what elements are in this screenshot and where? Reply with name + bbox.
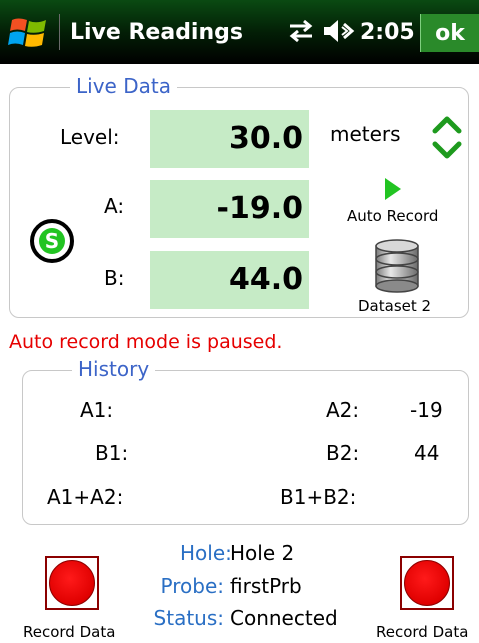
app-title: Live Readings — [70, 20, 243, 45]
clock: 2:05 — [360, 20, 415, 45]
dataset-label[interactable]: Dataset 2 — [358, 297, 431, 315]
b-label: B: — [104, 266, 125, 290]
title-separator — [59, 14, 60, 50]
record-data-button-right[interactable] — [400, 556, 454, 610]
history-b-sum-label: B1+B2: — [280, 485, 357, 509]
play-icon[interactable] — [383, 176, 403, 206]
chevron-up-icon[interactable] — [430, 113, 464, 139]
status-value: Connected — [230, 606, 338, 630]
auto-record-label[interactable]: Auto Record — [347, 207, 438, 225]
live-data-title: Live Data — [70, 74, 177, 98]
level-label: Level: — [60, 125, 120, 149]
record-data-button-left[interactable] — [45, 556, 99, 610]
chevron-down-icon[interactable] — [430, 140, 464, 166]
level-value: 30.0 — [150, 110, 309, 168]
paused-message: Auto record mode is paused. — [9, 331, 283, 353]
windows-flag-icon[interactable] — [8, 14, 50, 52]
title-bar: Live Readings 2:05 ok — [0, 0, 479, 64]
speaker-icon[interactable] — [322, 18, 356, 48]
history-b2-label: B2: — [326, 441, 360, 465]
units-label[interactable]: meters — [330, 122, 401, 146]
a-label: A: — [104, 194, 125, 218]
status-key: Status: — [153, 606, 224, 630]
record-data-label-left[interactable]: Record Data — [23, 623, 115, 641]
history-a2-label: A2: — [326, 398, 360, 422]
status-s-icon: S — [30, 219, 74, 263]
a-value: -19.0 — [150, 180, 309, 238]
database-icon[interactable] — [373, 238, 421, 298]
probe-key: Probe: — [160, 574, 224, 598]
status-letter: S — [39, 228, 65, 254]
history-b1-label: B1: — [95, 441, 129, 465]
record-icon — [404, 560, 450, 606]
record-data-label-right[interactable]: Record Data — [376, 623, 468, 641]
history-a2-value: -19 — [410, 398, 443, 422]
b-value: 44.0 — [150, 251, 309, 309]
record-icon — [49, 560, 95, 606]
history-b2-value: 44 — [414, 441, 440, 465]
history-a-sum-label: A1+A2: — [47, 485, 124, 509]
connectivity-arrows-icon[interactable] — [286, 18, 316, 48]
hole-value: Hole 2 — [230, 541, 295, 565]
history-a1-label: A1: — [80, 398, 114, 422]
history-title: History — [72, 357, 156, 381]
probe-value: firstPrb — [230, 574, 302, 598]
hole-key: Hole: — [180, 541, 232, 565]
ok-button[interactable]: ok — [420, 14, 479, 52]
